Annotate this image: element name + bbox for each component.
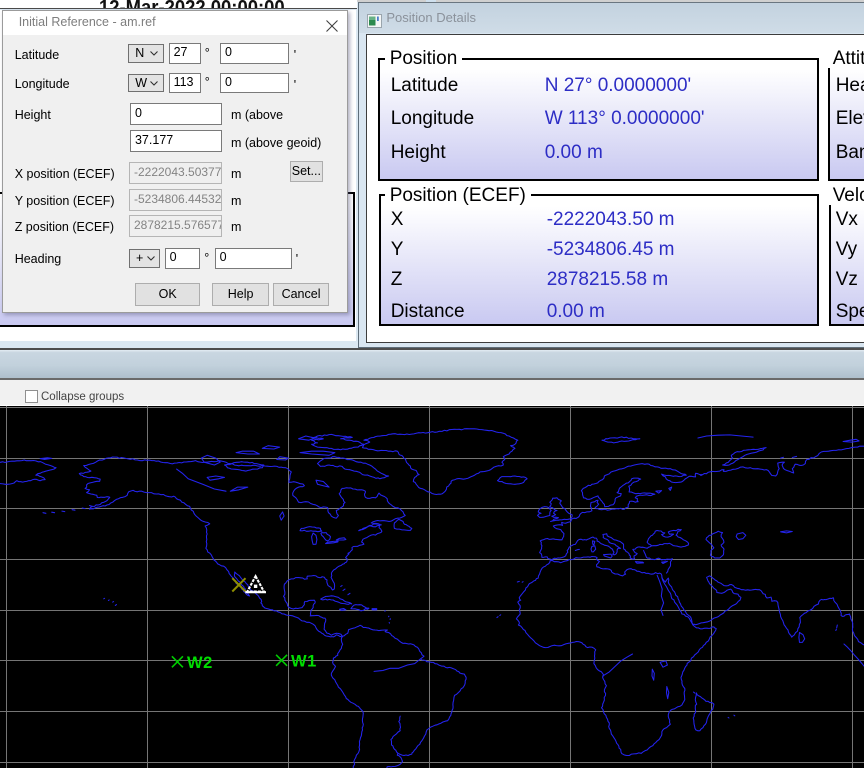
svg-text:W1: W1 (291, 652, 317, 670)
svg-text:W2: W2 (187, 653, 213, 671)
